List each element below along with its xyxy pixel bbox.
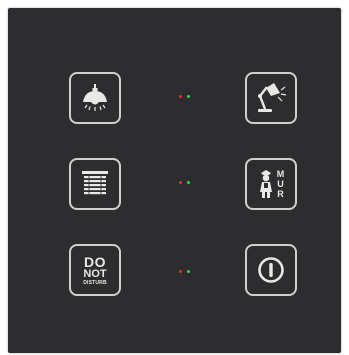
power-button[interactable]: [245, 244, 297, 296]
red-led-indicator: [179, 95, 182, 98]
mur-letters: M U R: [277, 169, 285, 199]
power-icon: [258, 257, 284, 283]
make-up-room-label: M U R: [258, 169, 285, 199]
do-not-disturb-label: DO NOT DISTURB: [83, 255, 107, 286]
green-led-indicator: [187, 181, 190, 184]
dnd-line-disturb: DISTURB: [83, 279, 107, 286]
green-led-indicator: [187, 95, 190, 98]
status-led-row-2: [179, 181, 193, 185]
ceiling-lamp-icon: [83, 84, 107, 111]
make-up-room-button[interactable]: M U R: [245, 158, 297, 210]
dnd-line-do: DO: [84, 253, 106, 270]
green-led-indicator: [187, 270, 190, 273]
do-not-disturb-button[interactable]: DO NOT DISTURB: [69, 244, 121, 296]
status-led-row-3: [179, 270, 193, 274]
status-led-row-1: [179, 95, 193, 99]
mur-letter-r: R: [277, 189, 284, 199]
red-led-indicator: [179, 270, 182, 273]
red-led-indicator: [179, 181, 182, 184]
blinds-button[interactable]: [69, 158, 121, 210]
desk-lamp-button[interactable]: [245, 72, 297, 124]
dnd-line-not: NOT: [83, 267, 107, 280]
control-panel: M U R DO NOT DISTURB: [8, 8, 341, 353]
mur-letter-m: M: [276, 169, 285, 179]
ceiling-lamp-button[interactable]: [69, 72, 121, 124]
window-blinds-icon: [82, 171, 108, 196]
mur-letter-u: U: [277, 179, 284, 189]
desk-lamp-icon: [258, 83, 287, 112]
maid-icon: [259, 170, 272, 198]
